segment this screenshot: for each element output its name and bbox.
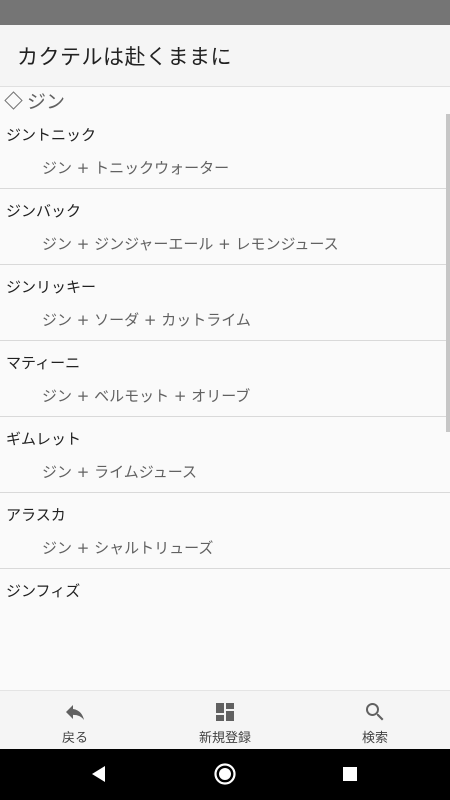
cocktail-recipe: ジン + シャルトリューズ <box>42 539 214 557</box>
search-label: 検索 <box>361 731 388 746</box>
cocktail-name: ジンリッキー <box>6 278 97 296</box>
list-item[interactable]: ジンバック ジン + ジンジャーエール + レモンジュース <box>0 189 450 265</box>
system-navigation-bar <box>0 749 450 800</box>
cocktail-name: ジンバック <box>6 202 82 220</box>
app-bar: カクテルは赴くままに <box>0 25 450 87</box>
dashboard-icon <box>216 703 234 721</box>
list-item[interactable]: ジンリッキー ジン + ソーダ + カットライム <box>0 265 450 341</box>
cocktail-name: ジントニック <box>6 126 97 144</box>
square-recents-icon[interactable] <box>338 762 362 786</box>
list-item[interactable]: ジンフィズ <box>0 569 450 645</box>
cocktail-name: ギムレット <box>6 430 82 448</box>
cocktail-recipe: ジン + ベルモット + オリーブ <box>42 387 251 405</box>
back-button[interactable]: 戻る <box>0 691 150 749</box>
list-item[interactable]: アラスカ ジン + シャルトリューズ <box>0 493 450 569</box>
cocktail-recipe: ジン + ソーダ + カットライム <box>42 311 251 329</box>
scrollbar[interactable] <box>446 114 450 432</box>
register-label: 新規登録 <box>198 731 251 746</box>
app-title: カクテルは赴くままに <box>17 44 232 69</box>
cocktail-recipe: ジン + ライムジュース <box>42 463 198 481</box>
list-item[interactable]: ジントニック ジン + トニックウォーター <box>0 113 450 189</box>
reply-arrow-icon <box>66 705 84 720</box>
list-item[interactable]: ギムレット ジン + ライムジュース <box>0 417 450 493</box>
cocktail-recipe: ジン + ジンジャーエール + レモンジュース <box>42 235 339 253</box>
list-item[interactable]: マティーニ ジン + ベルモット + オリーブ <box>0 341 450 417</box>
cocktail-recipe: ジン + トニックウォーター <box>42 159 230 177</box>
diamond-icon <box>4 90 23 110</box>
cocktail-list[interactable]: ジン ジントニック ジン + トニックウォーター ジンバック ジン + ジンジャ… <box>0 87 450 690</box>
register-button[interactable]: 新規登録 <box>150 691 300 749</box>
cocktail-name: マティーニ <box>6 354 81 372</box>
circle-home-icon[interactable] <box>213 762 237 786</box>
status-bar <box>0 0 450 25</box>
cocktail-name: アラスカ <box>6 506 66 524</box>
triangle-back-icon[interactable] <box>87 762 111 786</box>
search-icon <box>366 703 384 721</box>
section-header: ジン <box>0 87 450 113</box>
bottom-navigation: 戻る 新規登録 検索 <box>0 690 450 749</box>
search-button[interactable]: 検索 <box>300 691 450 749</box>
back-label: 戻る <box>61 731 88 746</box>
cocktail-name: ジンフィズ <box>6 582 81 600</box>
section-label: ジン <box>27 90 66 113</box>
